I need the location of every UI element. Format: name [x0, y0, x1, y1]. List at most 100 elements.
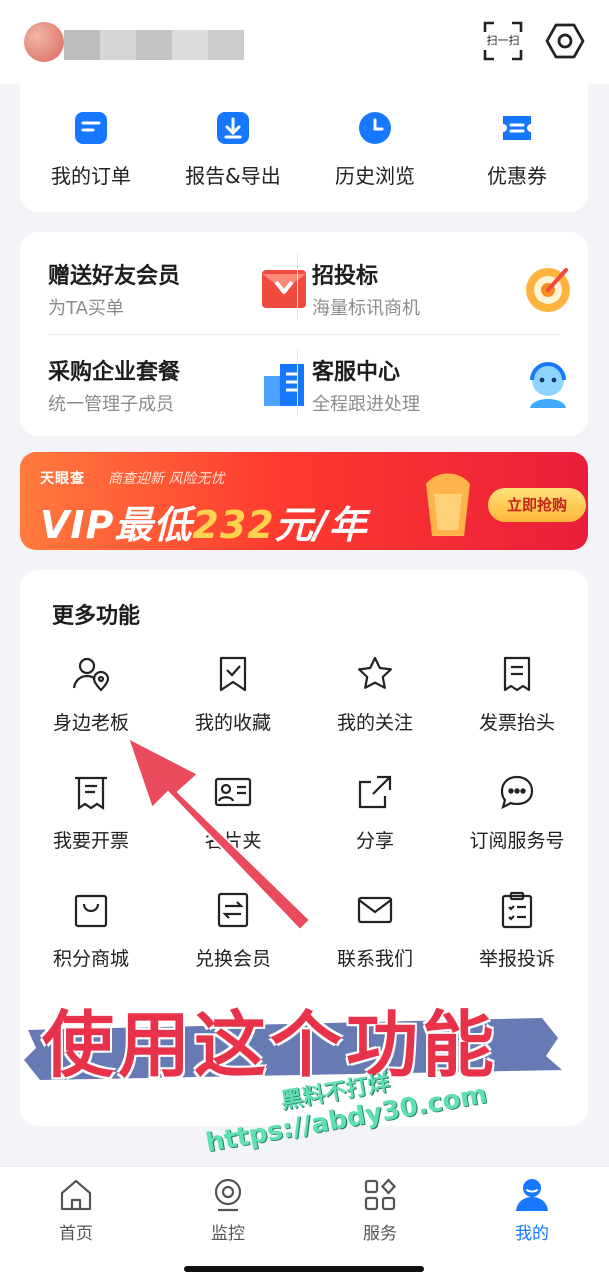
- bookmark-check-icon: [213, 654, 253, 694]
- username-blurred[interactable]: [64, 30, 244, 60]
- feature-invoice-title[interactable]: 发票抬头: [446, 654, 588, 754]
- home-icon: [58, 1177, 94, 1213]
- feature-label: 我要开票: [52, 830, 129, 852]
- home-indicator: [184, 1266, 424, 1272]
- tab-services[interactable]: 服务: [304, 1177, 456, 1244]
- top-bar: 扫一扫: [0, 0, 609, 84]
- feature-nearby-boss[interactable]: 身边老板: [20, 654, 162, 754]
- feature-points-mall[interactable]: 积分商城: [20, 890, 162, 990]
- quick-item-report-export[interactable]: 报告&导出: [162, 110, 304, 189]
- shopping-bag-icon: [71, 890, 111, 930]
- download-icon: [215, 110, 251, 146]
- headline-price: 232: [192, 503, 275, 547]
- settings-icon[interactable]: [544, 20, 586, 62]
- feature-redeem-membership[interactable]: 兑换会员: [162, 890, 304, 990]
- clipboard-icon: [497, 890, 537, 930]
- feature-label: 我的收藏: [194, 712, 271, 734]
- feature-label: 身边老板: [52, 712, 129, 734]
- tab-mine[interactable]: 我的: [456, 1177, 608, 1244]
- order-icon: [73, 110, 109, 146]
- feature-label: 订阅服务号: [469, 830, 565, 852]
- feature-label: 发票抬头: [478, 712, 555, 734]
- promo-divider: [48, 334, 560, 335]
- vip-promo-banner[interactable]: 天眼查 商查迎新 风险无忧 VIP最低232元/年 立即抢购: [20, 452, 588, 550]
- tab-label: 服务: [363, 1224, 397, 1244]
- business-card-icon: [213, 772, 253, 812]
- promo-title: 客服中心: [312, 360, 401, 385]
- tab-label: 我的: [515, 1224, 549, 1244]
- promo-subtitle: 全程跟进处理: [312, 394, 420, 415]
- invoice-icon: [497, 654, 537, 694]
- quick-actions-card: 我的订单 报告&导出 历史浏览 优惠券: [20, 84, 588, 212]
- feature-contact-us[interactable]: 联系我们: [304, 890, 446, 990]
- promo-gift-membership[interactable]: 赠送好友会员 为TA买单: [48, 258, 312, 346]
- monitor-icon: [210, 1177, 246, 1213]
- quick-item-label: 优惠券: [487, 164, 547, 188]
- gift-envelope-icon: [256, 260, 312, 316]
- chat-bubble-icon: [497, 772, 537, 812]
- feature-label: 名片夹: [204, 830, 262, 852]
- feature-report-complaint[interactable]: 举报投诉: [446, 890, 588, 990]
- promo-subtitle: 统一管理子成员: [48, 394, 174, 415]
- receipt-icon: [71, 772, 111, 812]
- coupon-icon: [499, 110, 535, 146]
- promo-title: 招投标: [312, 264, 379, 289]
- quick-item-label: 报告&导出: [185, 164, 281, 188]
- feature-label: 积分商城: [52, 948, 129, 970]
- feature-issue-invoice[interactable]: 我要开票: [20, 772, 162, 872]
- promo-title: 采购企业套餐: [48, 360, 181, 385]
- banner-slogan: 商查迎新 风险无忧: [108, 471, 225, 487]
- promo-bidding[interactable]: 招投标 海量标讯商机: [312, 258, 576, 346]
- nearby-boss-icon: [71, 654, 111, 694]
- scan-label: 扫一扫: [486, 34, 520, 47]
- tab-label: 监控: [211, 1224, 245, 1244]
- quick-item-label: 我的订单: [51, 164, 131, 188]
- promo-card: 赠送好友会员 为TA买单 招投标 海量标讯商机 采购企业套餐 统一管理子成员 客…: [20, 232, 588, 436]
- promo-subtitle: 为TA买单: [48, 298, 124, 319]
- feature-subscribe-service-account[interactable]: 订阅服务号: [446, 772, 588, 872]
- promo-subtitle: 海量标讯商机: [312, 298, 420, 319]
- tab-label: 首页: [59, 1224, 93, 1244]
- scan-icon[interactable]: 扫一扫: [482, 20, 524, 62]
- avatar[interactable]: [24, 22, 64, 62]
- promo-enterprise-package[interactable]: 采购企业套餐 统一管理子成员: [48, 354, 312, 442]
- mail-icon: [355, 890, 395, 930]
- share-icon: [355, 772, 395, 812]
- headline-prefix: VIP最低: [40, 503, 193, 547]
- feature-label: 联系我们: [336, 948, 413, 970]
- banner-brand: 天眼查: [40, 471, 85, 487]
- quick-item-coupons[interactable]: 优惠券: [446, 110, 588, 189]
- feature-label: 我的关注: [336, 712, 413, 734]
- promo-divider: [297, 350, 298, 416]
- feature-label: 举报投诉: [478, 948, 555, 970]
- headline-suffix: 元/年: [274, 503, 368, 547]
- banner-decoration-icon: [416, 464, 480, 544]
- star-icon: [355, 654, 395, 694]
- feature-my-follows[interactable]: 我的关注: [304, 654, 446, 754]
- tab-home[interactable]: 首页: [0, 1177, 152, 1244]
- buy-now-button[interactable]: 立即抢购: [488, 488, 586, 522]
- user-icon: [514, 1177, 550, 1213]
- clock-icon: [357, 110, 393, 146]
- quick-item-orders[interactable]: 我的订单: [20, 110, 162, 189]
- customer-service-icon: [520, 356, 576, 412]
- quick-item-history[interactable]: 历史浏览: [304, 110, 446, 189]
- tab-monitor[interactable]: 监控: [152, 1177, 304, 1244]
- promo-customer-service[interactable]: 客服中心 全程跟进处理: [312, 354, 576, 442]
- feature-my-favorites[interactable]: 我的收藏: [162, 654, 304, 754]
- banner-headline: VIP最低232元/年: [40, 494, 368, 549]
- target-icon: [520, 260, 576, 316]
- bottom-tab-bar: 首页 监控 服务 我的: [0, 1166, 609, 1280]
- quick-item-label: 历史浏览: [335, 164, 415, 188]
- promo-title: 赠送好友会员: [48, 264, 181, 289]
- grid-icon: [362, 1177, 398, 1213]
- feature-label: 兑换会员: [194, 948, 271, 970]
- section-title: 更多功能: [52, 604, 141, 629]
- feature-card-holder[interactable]: 名片夹: [162, 772, 304, 872]
- building-icon: [256, 356, 312, 412]
- exchange-icon: [213, 890, 253, 930]
- promo-divider: [297, 254, 298, 320]
- feature-label: 分享: [355, 830, 394, 852]
- feature-share[interactable]: 分享: [304, 772, 446, 872]
- overlay-caption: 使用这个功能: [42, 1003, 499, 1087]
